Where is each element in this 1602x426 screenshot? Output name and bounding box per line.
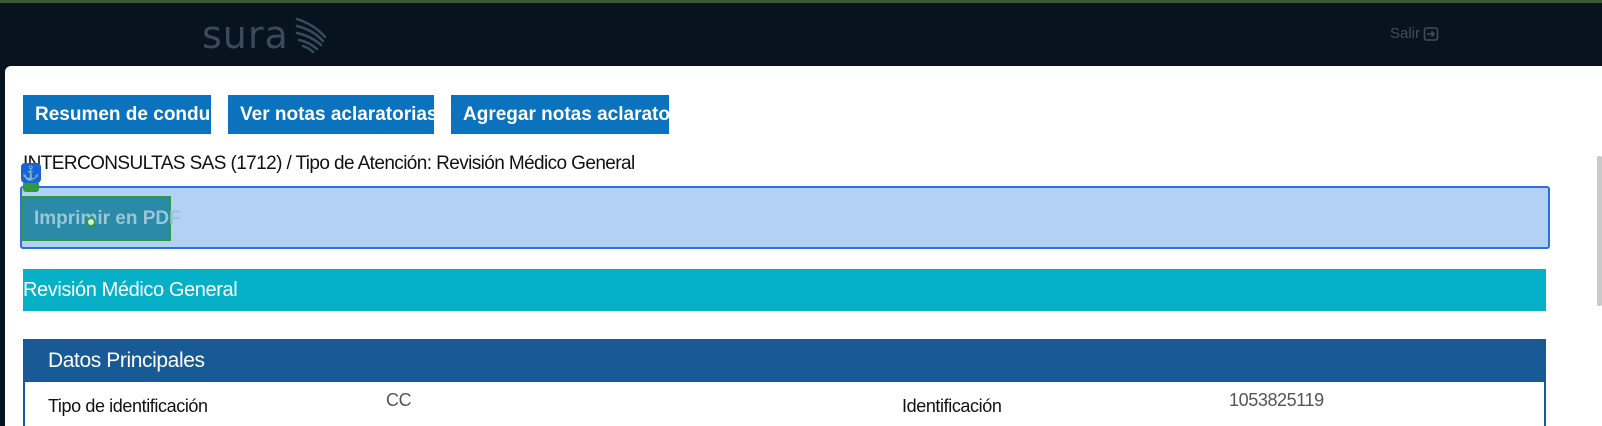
agregar-notas-aclaratorias-button[interactable]: Agregar notas aclaratorias [451, 95, 704, 134]
sign-out-icon [1423, 26, 1439, 41]
cursor-target-icon [86, 217, 96, 227]
sura-logo[interactable]: sura [202, 13, 329, 57]
logout-label: Salir [1390, 25, 1421, 42]
datos-principales-body: Tipo de identificación CC Identificación… [23, 382, 1546, 426]
print-pdf-button[interactable]: Imprimir en PDF [21, 196, 181, 241]
marker-tab [23, 183, 39, 192]
attention-info: INTERCONSULTAS SAS (1712) / Tipo de Aten… [23, 153, 635, 174]
top-navbar: sura Salir [0, 0, 1602, 66]
resumen-conducta-button[interactable]: Resumen de conducta [23, 95, 238, 134]
tipo-identificacion-label: Tipo de identificación [48, 396, 208, 416]
logo-wing-icon [295, 17, 327, 54]
anchor-icon[interactable]: ⚓ [21, 163, 41, 183]
selection-highlight [20, 186, 1550, 249]
ver-notas-aclaratorias-button[interactable]: Ver notas aclaratorias(0) [228, 95, 461, 134]
identificacion-value: 1053825119 [1229, 390, 1324, 410]
datos-principales-header: Datos Principales [23, 339, 1546, 382]
toolbar: Resumen de conducta Ver notas aclaratori… [23, 95, 704, 134]
logo-text: sura [202, 13, 289, 57]
scrollbar[interactable] [1597, 156, 1602, 306]
section-title: Revisión Médico General [23, 269, 1546, 311]
tipo-identificacion-value: CC [386, 390, 412, 410]
logout-link[interactable]: Salir [1390, 25, 1439, 42]
identificacion-label: Identificación [902, 396, 1002, 416]
